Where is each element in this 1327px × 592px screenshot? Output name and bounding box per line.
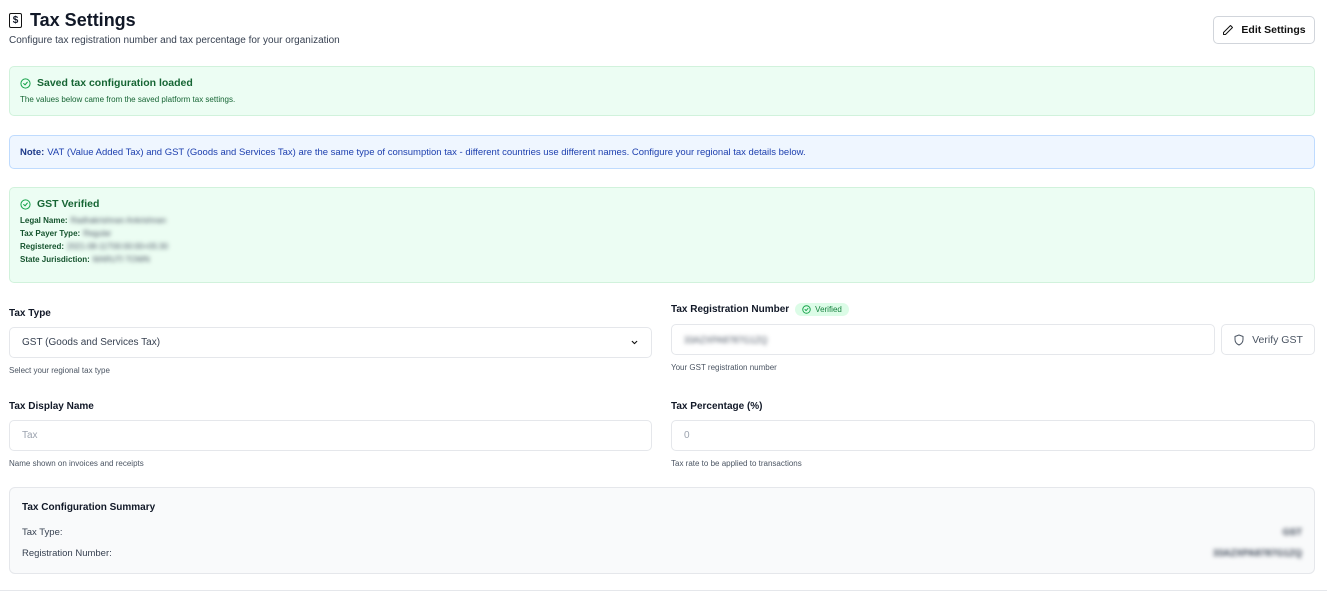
registration-number-value: 33AZXPA8787G1ZQ [684,334,768,345]
jurisdiction-line: State Jurisdiction: MARUTI TOWN [20,255,1304,264]
tax-percentage-hint: Tax rate to be applied to transactions [671,459,802,468]
divider [0,590,1327,591]
check-circle-icon [20,77,31,89]
summary-registration-label: Registration Number: [22,548,112,559]
display-name-placeholder: Tax [22,430,38,441]
verify-gst-label: Verify GST [1252,333,1303,346]
summary-tax-type-label: Tax Type: [22,527,63,538]
registration-hint: Your GST registration number [671,363,777,372]
display-name-hint: Name shown on invoices and receipts [9,459,144,468]
verified-badge-text: Verified [815,305,842,314]
edit-settings-button[interactable]: Edit Settings [1213,16,1315,44]
tax-type-value: GST (Goods and Services Tax) [22,337,161,348]
edit-settings-label: Edit Settings [1241,24,1306,36]
tax-percentage-label: Tax Percentage (%) [671,401,763,412]
page-title: Tax Settings [30,10,136,30]
tax-type-label: Tax Type [9,308,51,319]
legal-name-line: Legal Name: Radhakrishnan Ankrishnan [20,216,1304,225]
check-circle-icon [20,198,31,210]
verify-gst-button[interactable]: Verify GST [1221,324,1315,355]
saved-config-alert: Saved tax configuration loaded The value… [9,66,1315,116]
display-name-label: Tax Display Name [9,401,94,412]
jurisdiction-value: MARUTI TOWN [92,255,150,264]
pencil-icon [1223,25,1234,35]
display-name-input[interactable]: Tax [9,420,652,451]
shield-icon [1234,334,1244,345]
page-header: $ Tax Settings Configure tax registratio… [9,10,1315,50]
check-circle-icon [802,305,811,314]
registered-line: Registered: 2021-08-11T00:00:00+05:30 [20,242,1304,251]
legal-name-value: Radhakrishnan Ankrishnan [70,216,167,225]
note-text: VAT (Value Added Tax) and GST (Goods and… [47,146,806,158]
taxpayer-type-value: Regular [83,229,112,238]
summary-row: Registration Number: 33AZXPA8787G1ZQ [22,548,1302,559]
tax-type-select[interactable]: GST (Goods and Services Tax) [9,327,652,358]
tax-summary-panel: Tax Configuration Summary Tax Type: GST … [9,487,1315,574]
legal-name-label: Legal Name: [20,216,68,225]
summary-title: Tax Configuration Summary [22,502,156,513]
chevron-down-icon [631,340,638,345]
summary-tax-type-value: GST [1282,527,1302,538]
taxpayer-type-label: Tax Payer Type: [20,229,81,238]
gst-verified-title: GST Verified [37,198,100,210]
registration-label: Tax Registration Number Verified [671,303,849,316]
tax-percentage-placeholder: 0 [684,430,690,441]
registered-value: 2021-08-11T00:00:00+05:30 [67,242,169,251]
tax-note-alert: Note: VAT (Value Added Tax) and GST (Goo… [9,135,1315,169]
saved-alert-title: Saved tax configuration loaded [37,77,193,89]
dollar-icon: $ [9,13,22,28]
tax-type-hint: Select your regional tax type [9,366,110,375]
registration-number-input[interactable]: 33AZXPA8787G1ZQ [671,324,1215,355]
registration-label-text: Tax Registration Number [671,304,790,315]
gst-verified-panel: GST Verified Legal Name: Radhakrishnan A… [9,187,1315,283]
tax-percentage-input[interactable]: 0 [671,420,1315,451]
page-subtitle: Configure tax registration number and ta… [9,35,340,46]
summary-registration-value: 33AZXPA8787G1ZQ [1212,548,1302,559]
jurisdiction-label: State Jurisdiction: [20,255,90,264]
saved-alert-description: The values below came from the saved pla… [20,95,236,104]
summary-row: Tax Type: GST [22,527,1302,538]
registered-label: Registered: [20,242,65,251]
taxpayer-type-line: Tax Payer Type: Regular [20,229,1304,238]
note-prefix: Note: [20,146,45,158]
verified-badge: Verified [795,303,849,316]
